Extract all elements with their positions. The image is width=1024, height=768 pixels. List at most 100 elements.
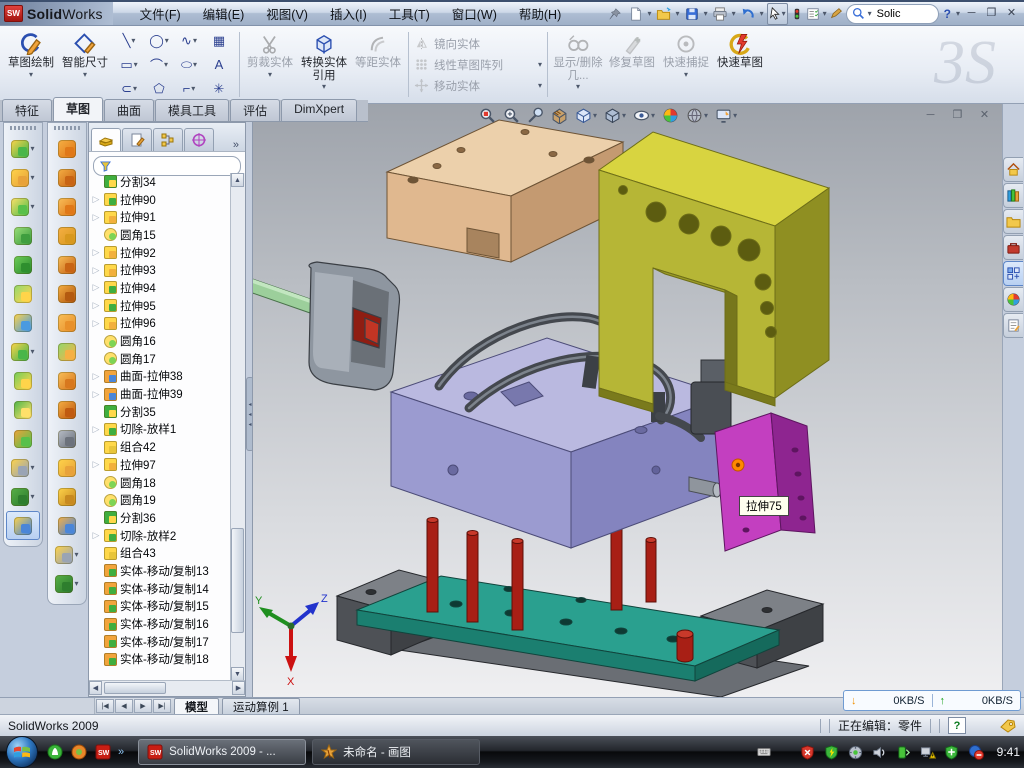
graphics-viewport[interactable]: ▾▾▾▾▾ ─ ❐ ✕ 拉伸75 Y Z X [252, 104, 1003, 697]
extruded-surface-button[interactable] [50, 192, 84, 221]
shield-bolt-icon[interactable] [823, 743, 841, 761]
expand-arrow-icon[interactable]: ▷ [91, 265, 101, 276]
propertymanager-tab[interactable] [122, 128, 152, 151]
instant3d-button[interactable] [6, 511, 40, 540]
nav-next-button[interactable]: ▶ [134, 699, 152, 713]
extruded-cut-button[interactable]: ▾ [6, 163, 40, 192]
swept-surface-button[interactable] [50, 134, 84, 163]
messenger-shortcut[interactable] [46, 743, 64, 761]
tree-item[interactable]: 圆角15 [91, 226, 231, 244]
tree-horizontal-scrollbar[interactable]: ◀ ▶ [89, 680, 245, 696]
tab-模具工具[interactable]: 模具工具 [155, 99, 229, 121]
tree-item[interactable]: 组合43 [91, 544, 231, 562]
doc-restore-button[interactable]: ❐ [949, 108, 966, 123]
solidworks-shortcut[interactable]: SW [94, 743, 112, 761]
view-palette-tab[interactable] [1003, 261, 1023, 286]
open-button[interactable] [655, 5, 673, 23]
tree-item[interactable]: 圆角18 [91, 474, 231, 492]
sketch-tool-circle[interactable]: ◯▾ [144, 29, 174, 53]
tree-item[interactable]: ▷拉伸93 [91, 261, 231, 279]
rib-button[interactable] [6, 221, 40, 250]
task-button-solidworks[interactable]: SWSolidWorks 2009 - ... [138, 739, 306, 765]
sketch-tool-sketch-fillet[interactable]: ⌐▾ [174, 77, 204, 101]
sketch-tool-sketch-text[interactable]: A [204, 53, 234, 77]
toolbar-button-smart-dimension[interactable]: 智能尺寸▾ [58, 28, 112, 101]
knit-surface-button[interactable] [50, 337, 84, 366]
quick-launch-overflow[interactable]: » [118, 746, 124, 758]
elbow-surface-button[interactable] [50, 395, 84, 424]
horizontal-scroll-thumb[interactable] [104, 682, 166, 694]
hide-show-items-button[interactable]: ▾ [633, 107, 655, 124]
volume-icon[interactable] [871, 743, 889, 761]
network-warning-icon[interactable] [919, 743, 937, 761]
planar-surface-button[interactable] [50, 308, 84, 337]
scroll-right-button[interactable]: ▶ [232, 681, 245, 695]
tab-DimXpert[interactable]: DimXpert [281, 99, 357, 121]
fillet-button[interactable]: ▾ [6, 192, 40, 221]
core-button[interactable] [50, 482, 84, 511]
launcher-shortcut[interactable] [70, 743, 88, 761]
tree-item[interactable]: 实体-移动/复制15 [91, 598, 231, 616]
sketch-tool-point[interactable]: ✳ [204, 77, 234, 101]
tree-item[interactable]: ▷曲面-拉伸39 [91, 385, 231, 403]
file-explorer-tab[interactable] [1003, 209, 1023, 234]
dropdown-caret-icon[interactable]: ▾ [760, 10, 764, 18]
tree-item[interactable]: 实体-移动/复制17 [91, 633, 231, 651]
parting-line-button[interactable] [50, 221, 84, 250]
expand-arrow-icon[interactable]: ▷ [91, 247, 101, 258]
restore-button[interactable]: ❐ [983, 6, 1000, 21]
scroll-left-button[interactable]: ◀ [89, 681, 102, 695]
dropdown-caret-icon[interactable]: ▾ [322, 83, 326, 91]
lofted-surface-button[interactable] [50, 163, 84, 192]
annotation-icon[interactable] [830, 7, 843, 20]
toolbar-button-convert-entities[interactable]: 转换实体引用▾ [297, 28, 351, 101]
extruded-boss-button[interactable]: ▾ [6, 134, 40, 163]
tree-item[interactable]: ▷拉伸96 [91, 315, 231, 333]
zoom-fit-button[interactable] [479, 107, 496, 124]
vertical-scroll-thumb[interactable] [231, 528, 244, 633]
featuremanager-tree-tab[interactable] [91, 128, 121, 151]
custom-properties-tab[interactable] [1003, 313, 1023, 338]
tree-item[interactable]: 实体-移动/复制13 [91, 562, 231, 580]
pin-button[interactable] [606, 5, 624, 23]
menu-item-2[interactable]: 视图(V) [255, 0, 319, 27]
menu-item-4[interactable]: 工具(T) [378, 0, 441, 27]
section-view-button[interactable] [551, 107, 568, 124]
search-caret-icon[interactable]: ▾ [868, 10, 872, 18]
split-body-button[interactable] [6, 395, 40, 424]
sketch-tool-rectangle[interactable]: ▭▾ [114, 53, 144, 77]
dropdown-caret-icon[interactable]: ▾ [704, 10, 708, 18]
tree-item[interactable]: 实体-移动/复制16 [91, 615, 231, 633]
scroll-up-button[interactable]: ▲ [231, 173, 244, 187]
options-caret-icon[interactable]: ▾ [823, 10, 827, 18]
3d-model[interactable] [253, 104, 1003, 697]
expand-arrow-icon[interactable]: ▷ [91, 300, 101, 311]
rebuild-traffic-icon[interactable] [791, 7, 803, 21]
tab-overflow-button[interactable]: » [229, 139, 243, 151]
sketch-tool-line[interactable]: ╲▾ [114, 29, 144, 53]
delete-face-button[interactable] [50, 424, 84, 453]
shut-off-surface-button[interactable] [50, 279, 84, 308]
tree-item[interactable]: ▷拉伸97 [91, 456, 231, 474]
dropdown-caret-icon[interactable]: ▾ [676, 10, 680, 18]
sketch-tool-ellipse[interactable]: ⬭▾ [174, 53, 204, 77]
move-copy-body-button[interactable] [6, 424, 40, 453]
tab-特征[interactable]: 特征 [2, 99, 52, 121]
dropdown-caret-icon[interactable]: ▾ [648, 10, 652, 18]
options-list-icon[interactable] [806, 7, 820, 21]
sketch-tool-arc[interactable]: ⌒▾ [144, 53, 174, 77]
dropdown-caret-icon[interactable]: ▾ [29, 71, 33, 79]
menu-item-1[interactable]: 编辑(E) [192, 0, 256, 27]
menu-item-3[interactable]: 插入(I) [319, 0, 378, 27]
expand-arrow-icon[interactable]: ▷ [91, 194, 101, 205]
edit-appearance-button[interactable] [662, 107, 679, 124]
display-style-button[interactable]: ▾ [604, 107, 626, 124]
view-settings-button[interactable]: ▾ [715, 107, 737, 124]
zoom-area-button[interactable] [503, 107, 520, 124]
design-library-tab[interactable] [1003, 183, 1023, 208]
tree-item[interactable]: ▷拉伸91 [91, 208, 231, 226]
tree-item[interactable]: 组合42 [91, 438, 231, 456]
print-button[interactable] [711, 5, 729, 23]
save-button[interactable] [683, 5, 701, 23]
tree-item[interactable]: ▷切除-放样2 [91, 527, 231, 545]
